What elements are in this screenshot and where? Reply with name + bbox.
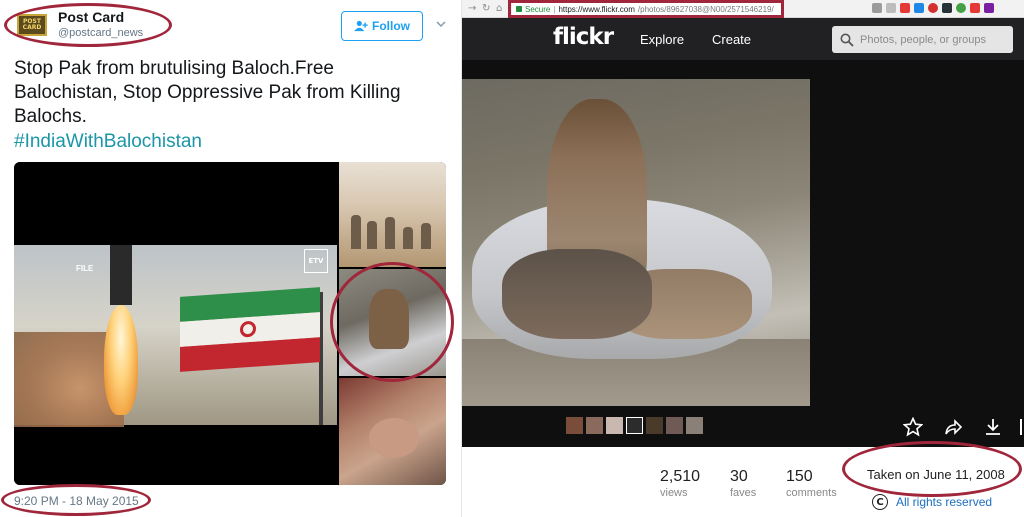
- face-figure: [369, 418, 419, 458]
- annotation-ring-taken-date: [842, 441, 1022, 497]
- search-box[interactable]: [832, 26, 1013, 53]
- media-thumb-injured-man[interactable]: [339, 378, 446, 485]
- share-icon[interactable]: [943, 417, 963, 437]
- views-label: views: [660, 487, 688, 499]
- search-icon: [840, 33, 854, 47]
- filmstrip-thumb[interactable]: [666, 417, 683, 434]
- filmstrip-thumb[interactable]: [646, 417, 663, 434]
- chevron-down-icon[interactable]: [435, 18, 447, 30]
- layers-extension-icon[interactable]: [942, 3, 952, 13]
- views-count: 2,510: [660, 468, 701, 485]
- figure: [385, 217, 395, 249]
- grammarly-icon[interactable]: [956, 3, 966, 13]
- search-input[interactable]: [860, 33, 1000, 46]
- tweet-text: Stop Pak from brutulising Baloch.Free Ba…: [14, 58, 401, 127]
- video-file-label: FILE: [76, 264, 94, 273]
- youtube-extension-icon[interactable]: [900, 3, 910, 13]
- flickr-logo[interactable]: flickr: [553, 24, 614, 50]
- channel-logo: ETV: [304, 249, 328, 273]
- figure: [351, 215, 361, 249]
- photo-viewer: [462, 60, 1024, 447]
- flickr-navbar: flickr Explore Create: [462, 18, 1024, 60]
- main-photo[interactable]: [462, 79, 810, 406]
- reload-icon[interactable]: ↻: [482, 3, 490, 14]
- tweet-card: POST CARD Post Card @postcard_news Follo…: [0, 0, 462, 517]
- more-icon[interactable]: [1018, 417, 1024, 437]
- zoom-icon[interactable]: [872, 3, 882, 13]
- filmstrip-thumb[interactable]: [686, 417, 703, 434]
- photo-boy: [502, 249, 652, 339]
- filmstrip-thumb[interactable]: [586, 417, 603, 434]
- rocket: [110, 245, 132, 305]
- faves-count: 30: [730, 468, 748, 485]
- download-icon[interactable]: [983, 417, 1003, 437]
- annotation-ring-timestamp: [1, 484, 151, 516]
- media-thumb-desert[interactable]: [339, 162, 446, 267]
- bookmark-star-icon[interactable]: [886, 3, 896, 13]
- menu-extension-icon[interactable]: [984, 3, 994, 13]
- annotation-ring-photo: [330, 262, 454, 382]
- figure: [421, 223, 431, 249]
- figure: [367, 221, 377, 249]
- stat-views: 2,510 views: [660, 468, 700, 499]
- comments-count: 150: [786, 468, 813, 485]
- iran-flag: [180, 287, 320, 372]
- block-extension-icon[interactable]: [928, 3, 938, 13]
- annotation-ring-account: [4, 3, 172, 47]
- filmstrip-thumb[interactable]: [566, 417, 583, 434]
- extension-icons: [872, 3, 994, 13]
- annotation-box-url: [508, 0, 784, 18]
- faves-label: faves: [730, 487, 757, 499]
- follow-label: Follow: [372, 19, 410, 33]
- figure: [403, 227, 413, 249]
- home-icon[interactable]: ⌂: [496, 3, 502, 14]
- nav-explore[interactable]: Explore: [640, 32, 684, 47]
- filmstrip-thumb-current[interactable]: [626, 417, 643, 434]
- license-label[interactable]: All rights reserved: [896, 495, 992, 509]
- comments-label: comments: [786, 487, 837, 499]
- nav-create[interactable]: Create: [712, 32, 751, 47]
- flag-emblem: [240, 320, 256, 338]
- browser-window: → ↻ ⌂ Secure | https://www.flickr.com/ph…: [462, 0, 1024, 517]
- hashtag-link[interactable]: #IndiaWithBalochistan: [14, 131, 202, 153]
- stat-comments: 150 comments: [786, 468, 837, 499]
- photostream-filmstrip: [566, 417, 703, 434]
- fave-star-icon[interactable]: [903, 417, 923, 437]
- pin-extension-icon[interactable]: [914, 3, 924, 13]
- filmstrip-thumb[interactable]: [606, 417, 623, 434]
- add-user-icon: [354, 20, 368, 32]
- record-extension-icon[interactable]: [970, 3, 980, 13]
- video-thumbnail[interactable]: FILE ETV: [14, 162, 337, 485]
- rocket-flame: [104, 305, 138, 415]
- copyright-icon: C: [872, 494, 888, 510]
- stat-faves: 30 faves: [730, 468, 756, 499]
- back-icon[interactable]: →: [468, 3, 476, 14]
- follow-button[interactable]: Follow: [341, 11, 423, 41]
